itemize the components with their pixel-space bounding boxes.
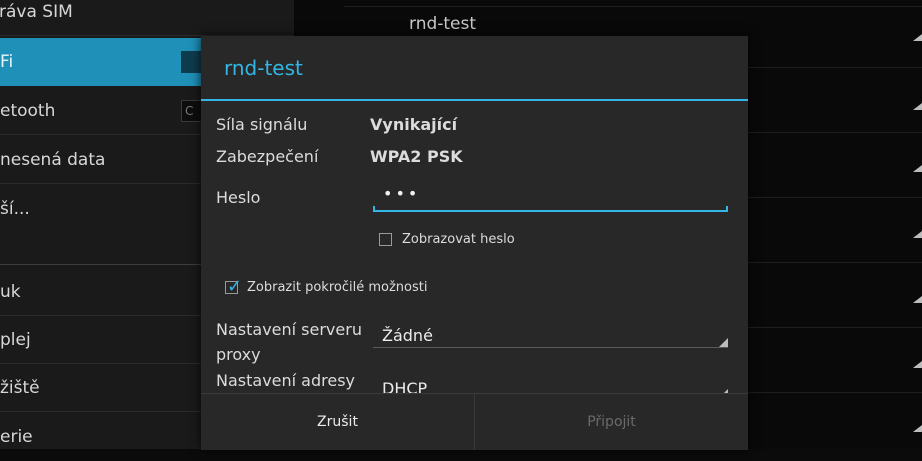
- settings-item-label: erie: [0, 427, 33, 447]
- list-divider: [344, 6, 922, 7]
- settings-item-label: plej: [0, 330, 31, 350]
- wifi-signal-icon: [913, 34, 922, 41]
- cancel-button[interactable]: Zrušit: [201, 394, 474, 450]
- show-password-checkbox[interactable]: [379, 233, 392, 246]
- dropdown-arrow-icon: [719, 338, 728, 347]
- settings-item-label: ší...: [0, 199, 30, 219]
- password-label: Heslo: [216, 188, 261, 207]
- proxy-spinner[interactable]: [373, 347, 728, 348]
- settings-item-label: etooth: [0, 101, 56, 121]
- signal-strength-label: Síla signálu: [216, 115, 308, 134]
- settings-item-label: ráva SIM: [0, 2, 73, 22]
- security-value: WPA2 PSK: [370, 147, 463, 166]
- password-field[interactable]: •••: [383, 184, 420, 203]
- signal-strength-value: Vynikající: [370, 115, 458, 134]
- show-password-label[interactable]: Zobrazovat heslo: [402, 232, 515, 247]
- password-field-underline: [373, 206, 728, 212]
- settings-item-sim[interactable]: ráva SIM: [0, 0, 294, 36]
- wifi-signal-icon: [913, 103, 922, 110]
- ip-settings-label: Nastavení adresy: [216, 371, 356, 390]
- checkmark-icon: ✓: [227, 276, 243, 297]
- settings-item-label: nesená data: [0, 150, 106, 170]
- wifi-signal-icon: [913, 425, 922, 432]
- wifi-signal-icon: [913, 231, 922, 238]
- security-label: Zabezpečení: [216, 147, 319, 166]
- advanced-options-checkbox[interactable]: ✓: [225, 276, 242, 297]
- wifi-connect-dialog: rnd-test Síla signálu Vynikající Zabezpe…: [201, 36, 748, 450]
- wifi-signal-icon: [913, 361, 922, 368]
- settings-item-label: Fi: [0, 52, 14, 72]
- dialog-button-bar: Zrušit Připojit: [201, 393, 748, 450]
- advanced-options-label[interactable]: Zobrazit pokročilé možnosti: [247, 280, 427, 295]
- proxy-spinner-value[interactable]: Žádné: [382, 326, 433, 345]
- wifi-signal-icon: [913, 165, 922, 172]
- connect-button[interactable]: Připojit: [475, 394, 748, 450]
- settings-item-label: uk: [0, 282, 21, 302]
- wifi-network-name[interactable]: rnd-test: [409, 14, 476, 34]
- dialog-title: rnd-test: [224, 56, 303, 80]
- settings-item-label: žiště: [0, 378, 40, 398]
- wifi-signal-icon: [913, 296, 922, 303]
- title-divider: [201, 99, 748, 101]
- proxy-label: Nastavení serveru proxy: [216, 320, 362, 364]
